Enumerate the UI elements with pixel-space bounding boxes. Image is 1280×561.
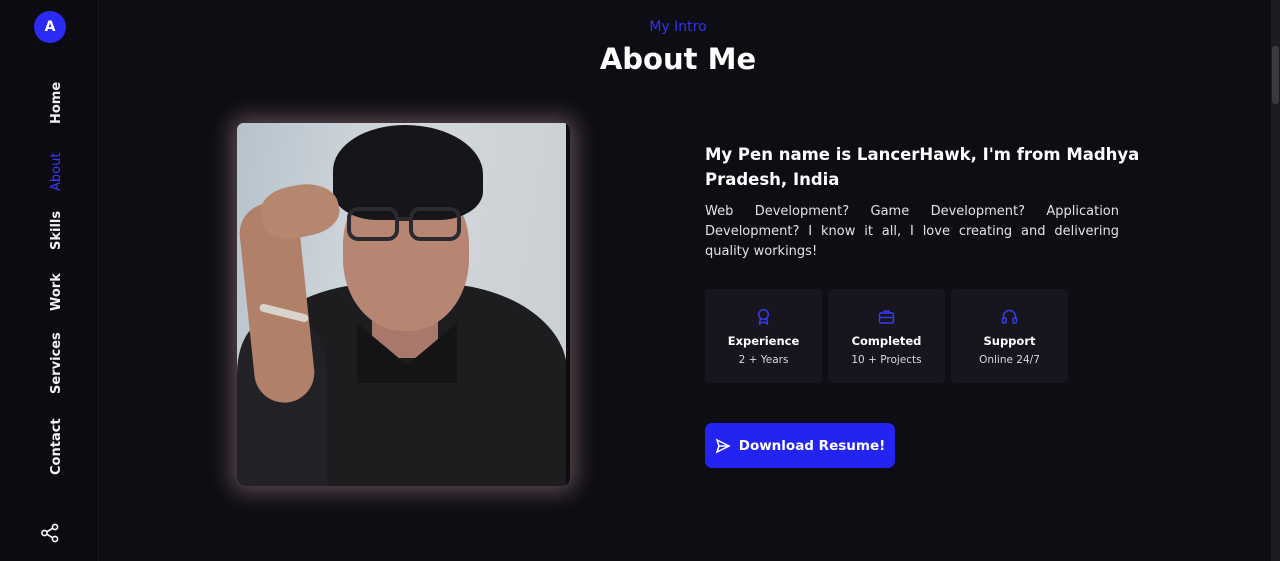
nav-home[interactable]: Home bbox=[49, 82, 64, 124]
download-resume-button[interactable]: Download Resume! bbox=[705, 423, 895, 468]
card-title: Experience bbox=[727, 334, 800, 348]
card-title: Support bbox=[983, 334, 1036, 348]
briefcase-icon bbox=[878, 310, 895, 324]
card-subtitle: Online 24/7 bbox=[979, 354, 1040, 366]
about-headline: My Pen name is LancerHawk, I'm from Madh… bbox=[705, 145, 1140, 189]
card-subtitle: 10 + Projects bbox=[851, 354, 922, 366]
nav-skills[interactable]: Skills bbox=[49, 211, 64, 250]
support-card: Support Online 24/7 bbox=[951, 289, 1068, 383]
section-intro: My Intro bbox=[649, 19, 707, 35]
page-title: About Me bbox=[599, 42, 757, 76]
about-description: Web Development? Game Development? Appli… bbox=[705, 204, 1119, 259]
send-icon bbox=[715, 438, 731, 453]
card-subtitle: 2 + Years bbox=[738, 354, 789, 366]
card-title: Completed bbox=[851, 334, 922, 348]
scrollbar[interactable] bbox=[1271, 0, 1280, 561]
award-icon bbox=[757, 308, 770, 325]
headphones-icon bbox=[1001, 309, 1018, 324]
experience-card: Experience 2 + Years bbox=[705, 289, 822, 383]
nav-work[interactable]: Work bbox=[49, 273, 64, 311]
completed-card: Completed 10 + Projects bbox=[828, 289, 945, 383]
profile-photo bbox=[237, 123, 570, 486]
nav-contact[interactable]: Contact bbox=[49, 418, 64, 475]
share-icon[interactable] bbox=[40, 523, 60, 543]
nav-services[interactable]: Services bbox=[49, 332, 64, 394]
button-label: Download Resume! bbox=[738, 437, 886, 454]
scroll-thumb[interactable] bbox=[1272, 46, 1279, 104]
nav-about[interactable]: About bbox=[49, 153, 64, 191]
sidebar: A Home About Skills Work Services Contac… bbox=[0, 0, 99, 561]
